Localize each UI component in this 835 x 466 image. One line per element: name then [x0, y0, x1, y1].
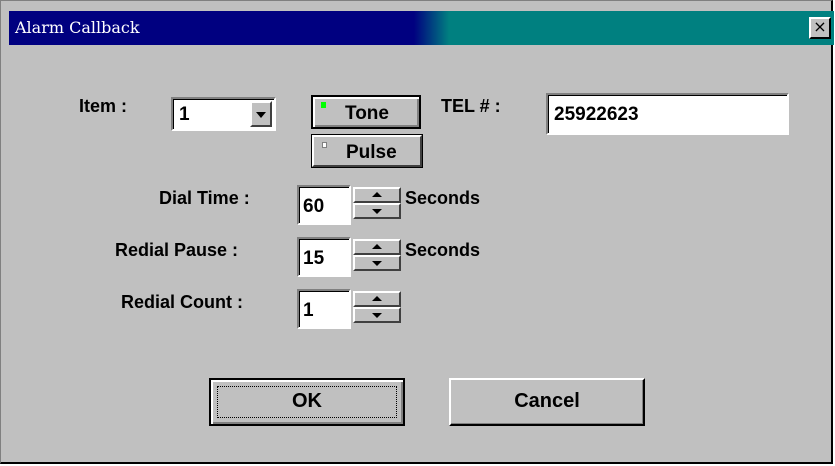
title-bar[interactable]: Alarm Callback ×: [9, 11, 834, 45]
dial-time-label: Dial Time :: [159, 188, 250, 208]
redial-pause-down-button[interactable]: [353, 255, 401, 271]
redial-count-spinner[interactable]: [353, 291, 401, 323]
ok-button[interactable]: OK: [209, 378, 405, 426]
arrow-down-icon: [372, 261, 382, 266]
item-label: Item :: [79, 96, 128, 116]
arrow-up-icon: [372, 244, 382, 249]
redial-pause-label: Redial Pause :: [115, 240, 239, 260]
tel-value: 25922623: [554, 104, 639, 125]
arrow-up-icon: [372, 296, 382, 301]
window-title: Alarm Callback: [15, 18, 140, 37]
tel-input[interactable]: 25922623: [546, 93, 789, 135]
pulse-indicator-icon: [322, 142, 327, 148]
chevron-down-icon: [256, 112, 266, 118]
arrow-up-icon: [372, 192, 382, 197]
pulse-button[interactable]: Pulse: [311, 134, 423, 168]
redial-count-value: 1: [303, 300, 314, 321]
redial-pause-value: 15: [303, 248, 325, 269]
dial-time-spinner[interactable]: [353, 187, 401, 219]
dial-time-value: 60: [303, 196, 325, 217]
dial-time-input[interactable]: 60: [297, 185, 351, 225]
dial-time-up-button[interactable]: [353, 187, 401, 203]
redial-count-up-button[interactable]: [353, 291, 401, 307]
close-icon: ×: [813, 17, 827, 36]
tone-label: Tone: [345, 103, 389, 124]
focus-rectangle: [217, 386, 397, 418]
tel-label: TEL # :: [441, 96, 501, 116]
tone-button[interactable]: Tone: [311, 95, 421, 129]
alarm-callback-dialog: Alarm Callback × Item : 1 Tone Pulse TEL…: [0, 0, 834, 464]
redial-count-label: Redial Count :: [121, 292, 243, 312]
item-dropdown-button[interactable]: [250, 101, 272, 127]
redial-pause-input[interactable]: 15: [297, 237, 351, 277]
pulse-label: Pulse: [346, 142, 397, 163]
dial-time-unit: Seconds: [405, 188, 481, 208]
item-value: 1: [179, 104, 190, 125]
arrow-down-icon: [372, 313, 382, 318]
tone-indicator-icon: [321, 102, 326, 108]
arrow-down-icon: [372, 209, 382, 214]
redial-pause-up-button[interactable]: [353, 239, 401, 255]
item-dropdown[interactable]: 1: [171, 97, 276, 131]
redial-pause-unit: Seconds: [405, 240, 481, 260]
close-button[interactable]: ×: [809, 17, 831, 39]
cancel-label: Cancel: [514, 390, 580, 412]
redial-count-input[interactable]: 1: [297, 289, 351, 329]
redial-pause-spinner[interactable]: [353, 239, 401, 271]
dial-time-down-button[interactable]: [353, 203, 401, 219]
redial-count-down-button[interactable]: [353, 307, 401, 323]
cancel-button[interactable]: Cancel: [449, 378, 645, 426]
